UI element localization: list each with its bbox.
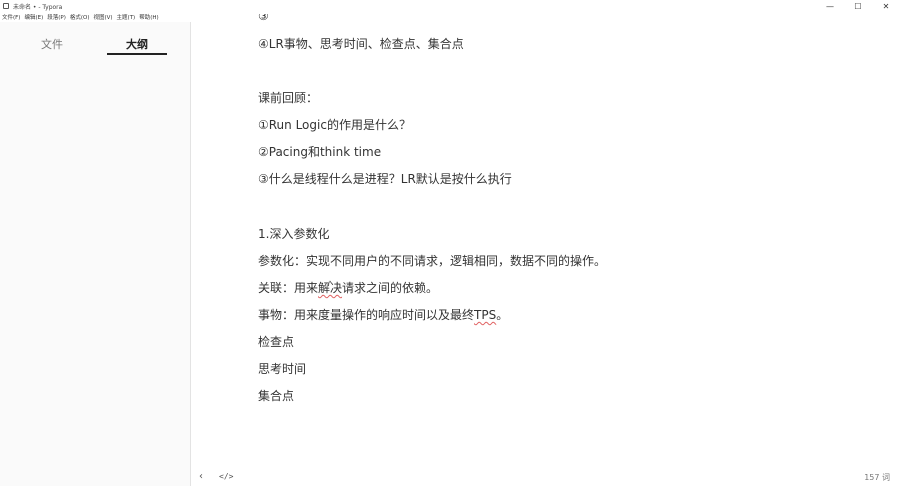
word-count[interactable]: 157 词 [864, 472, 890, 483]
correlation-suffix: 请求之间的依赖。 [342, 281, 439, 295]
paragraph-parameterization: 参数化：实现不同用户的不同请求，逻辑相同，数据不同的操作。 [258, 254, 607, 268]
tab-outline[interactable]: 大纲 [107, 36, 167, 52]
minimize-button[interactable]: — [816, 0, 844, 12]
transaction-prefix: 事物：用来度量操作的响应时间以及最终 [258, 308, 475, 322]
source-mode-icon[interactable]: </> [219, 472, 233, 481]
menu-bar: 文件(F) 编辑(E) 段落(P) 格式(O) 视图(V) 主题(T) 帮助(H… [0, 12, 161, 22]
paragraph-correlation: 关联：用来解决请求之间的依赖。 [258, 280, 438, 296]
window-controls: — ☐ ✕ [816, 0, 900, 12]
close-button[interactable]: ✕ [872, 0, 900, 12]
menu-theme[interactable]: 主题(T) [115, 13, 138, 21]
paragraph-review-2: ②Pacing和think time [258, 145, 382, 159]
typora-window: 未命名 • - Typora — ☐ ✕ 文件(F) 编辑(E) 段落(P) 格… [0, 0, 900, 486]
maximize-button[interactable]: ☐ [844, 0, 872, 12]
spellcheck-word[interactable]: TPS [474, 308, 496, 322]
paragraph-transaction: 事物：用来度量操作的响应时间以及最终TPS。 [258, 307, 508, 323]
active-tab-indicator [107, 53, 167, 55]
sidebar: 文件 大纲 [0, 22, 191, 486]
paragraph-rendezvous: 集合点 [258, 389, 295, 403]
menu-view[interactable]: 视图(V) [91, 13, 114, 21]
menu-help[interactable]: 帮助(H) [137, 13, 160, 21]
correlation-prefix: 关联：用来 [258, 281, 319, 295]
partial-line-text: ③ [258, 14, 268, 22]
paragraph-section-heading: 1.深入参数化 [258, 227, 330, 241]
transaction-suffix: 。 [496, 308, 509, 322]
menu-file[interactable]: 文件(F) [0, 13, 22, 21]
paragraph-lr-items: ④LR事物、思考时间、检查点、集合点 [258, 37, 464, 51]
sidebar-tabs: 文件 大纲 [0, 30, 191, 60]
menu-paragraph[interactable]: 段落(P) [45, 13, 68, 21]
partial-line-top: ③ [258, 14, 268, 22]
paragraph-checkpoint: 检查点 [258, 335, 295, 349]
menu-edit[interactable]: 编辑(E) [22, 13, 45, 21]
paragraph-think-time: 思考时间 [258, 362, 307, 376]
paragraph-review-1: ①Run Logic的作用是什么？ [258, 118, 411, 132]
menu-format[interactable]: 格式(O) [68, 13, 92, 21]
toggle-sidebar-icon[interactable]: ‹ [199, 471, 203, 482]
window-title: 未命名 • - Typora [13, 3, 63, 11]
title-bar: 未命名 • - Typora — ☐ ✕ [0, 0, 900, 12]
mouse-cursor-icon: ↗ [326, 279, 332, 287]
status-bar: ‹ </> 157 词 [191, 468, 900, 486]
tab-files[interactable]: 文件 [22, 36, 82, 52]
typora-app-icon [3, 3, 9, 9]
paragraph-review-3: ③什么是线程什么是进程？LR默认是按什么执行 [258, 172, 512, 186]
paragraph-review-heading: 课前回顾： [258, 91, 319, 105]
